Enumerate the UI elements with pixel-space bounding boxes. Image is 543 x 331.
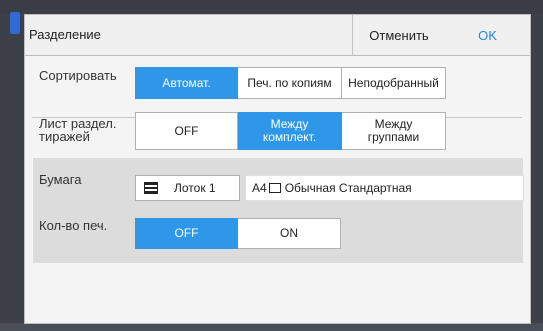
- tray-icon: [144, 182, 158, 194]
- sort-label: Сортировать: [39, 68, 117, 83]
- separator-sheet-label: Лист раздел. тиражей: [39, 117, 116, 143]
- ok-button[interactable]: OK: [445, 15, 530, 55]
- sort-option-by-copies[interactable]: Печ. по копиям: [238, 67, 342, 99]
- dialog-titlebar: Разделение Отменить OK: [25, 15, 530, 56]
- background-app-icon: [10, 12, 20, 34]
- separator-option-between-sets-line2: комплект.: [262, 130, 317, 144]
- copies-segmented-control: OFF ON: [135, 218, 341, 249]
- background-bottom-bar: [0, 323, 543, 331]
- separator-option-between-sets[interactable]: Между комплект.: [238, 112, 342, 150]
- sort-option-auto[interactable]: Автомат.: [135, 67, 238, 99]
- sort-option-uncollated[interactable]: Неподобранный: [342, 67, 446, 99]
- separator-option-off[interactable]: OFF: [135, 112, 238, 150]
- tray-button-label: Лоток 1: [174, 181, 216, 195]
- copies-label: Кол-во печ.: [39, 218, 108, 233]
- background-top-bar: [0, 0, 543, 14]
- separator-sheet-segmented-control: OFF Между комплект. Между группами: [135, 112, 446, 150]
- paper-type-field: A4 Обычная Стандартная: [245, 175, 524, 201]
- cancel-button[interactable]: Отменить: [352, 15, 446, 55]
- separator-option-between-groups-line2: группами: [367, 130, 420, 144]
- paper-label: Бумага: [39, 172, 82, 187]
- paper-type: Обычная Стандартная: [284, 181, 412, 195]
- separator-sheet-label-line2: тиражей: [39, 129, 90, 144]
- tray-button[interactable]: Лоток 1: [135, 175, 240, 201]
- dialog-title: Разделение: [29, 27, 101, 42]
- background-left-panel: [0, 14, 24, 331]
- paper-size: A4: [252, 181, 267, 195]
- background-right-panel: [531, 14, 543, 331]
- separator-option-off-text: OFF: [174, 123, 199, 138]
- separation-dialog: Разделение Отменить OK Сортировать Автом…: [24, 14, 531, 324]
- sort-segmented-control: Автомат. Печ. по копиям Неподобранный: [135, 67, 446, 99]
- copies-option-off[interactable]: OFF: [135, 218, 238, 249]
- separator-option-between-groups[interactable]: Между группами: [342, 112, 446, 150]
- paper-orientation-icon: [268, 183, 281, 193]
- copies-option-on[interactable]: ON: [238, 218, 341, 249]
